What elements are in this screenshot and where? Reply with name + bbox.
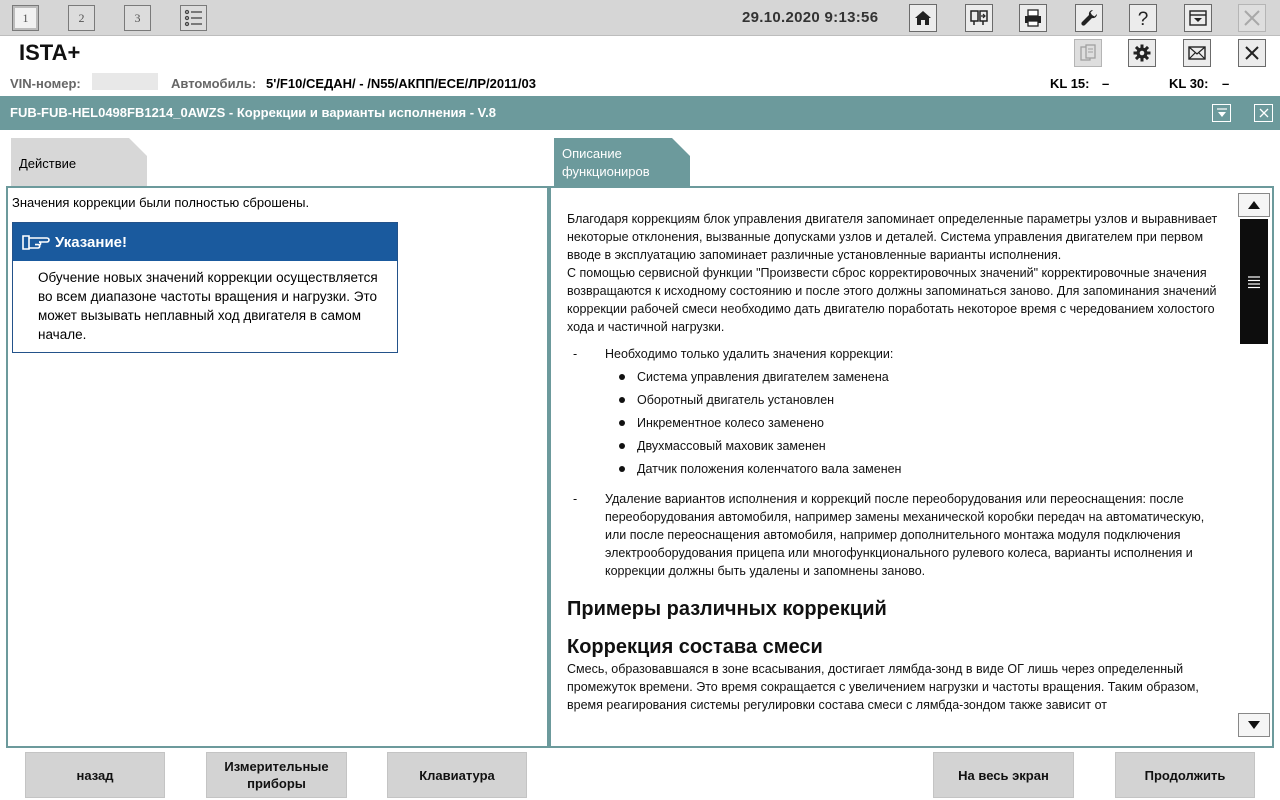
description-paragraph-3: Смесь, образовавшаяся в зоне всасывания,… — [567, 662, 1199, 712]
measuring-instruments-button[interactable]: Измерительные приборы — [206, 752, 347, 798]
settings-button[interactable] — [1128, 39, 1156, 67]
connection-icon — [970, 10, 988, 25]
hint-box: Указание! Обучение новых значений коррек… — [12, 222, 398, 353]
scroll-track[interactable] — [1240, 219, 1268, 711]
scrollbar[interactable] — [1238, 193, 1270, 737]
session-tab-2[interactable]: 2 — [68, 5, 95, 31]
scroll-down-button[interactable] — [1238, 713, 1270, 737]
help-button[interactable]: ? — [1129, 4, 1157, 32]
session-tab-3[interactable]: 3 — [124, 5, 151, 31]
wrench-icon — [1081, 9, 1098, 26]
clipboard-button[interactable] — [1074, 39, 1102, 67]
tab-description-label-1: Описание — [562, 146, 622, 161]
list-item: - Удаление вариантов исполнения и коррек… — [567, 490, 1227, 580]
hint-title: Указание! — [55, 234, 128, 251]
arrow-down-icon — [1248, 721, 1260, 729]
kl15-value: – — [1102, 76, 1110, 91]
service-button[interactable] — [1075, 4, 1103, 32]
print-icon — [1025, 9, 1041, 27]
bullet-item: Система управления двигателем заменена — [619, 368, 1227, 391]
arrow-up-icon — [1248, 201, 1260, 209]
gear-icon — [1133, 44, 1151, 62]
hint-header: Указание! — [13, 223, 397, 261]
kl30-value: – — [1222, 76, 1230, 91]
description-panel: Благодаря коррекциям блок управления дви… — [549, 186, 1274, 748]
function-close-button[interactable] — [1254, 104, 1273, 122]
back-button[interactable]: назад — [25, 752, 165, 798]
measuring-instruments-label-2: приборы — [247, 776, 306, 791]
datetime-display: 29.10.2020 9:13:56 — [742, 9, 879, 26]
dash-marker: - — [573, 492, 578, 506]
mail-icon — [1188, 46, 1206, 60]
close-function-button[interactable] — [1238, 39, 1266, 67]
close-icon — [1245, 46, 1259, 60]
help-icon: ? — [1138, 9, 1149, 28]
measuring-instruments-label-1: Измерительные — [224, 759, 329, 774]
keyboard-button[interactable]: Клавиатура — [387, 752, 527, 798]
tab-action-label: Действие — [19, 156, 77, 171]
pointing-hand-icon — [22, 235, 50, 250]
hint-text: Обучение новых значений коррекции осущес… — [38, 270, 378, 342]
bullet-list: Система управления двигателем заменена О… — [567, 368, 1227, 483]
description-content: Благодаря коррекциям блок управления дви… — [567, 210, 1227, 714]
scroll-thumb[interactable] — [1240, 219, 1268, 344]
app-title: ISTA+ — [19, 40, 81, 65]
section-heading: Примеры различных коррекций — [567, 598, 887, 620]
svg-text:?: ? — [1138, 9, 1149, 28]
function-minimize-button[interactable] — [1212, 104, 1231, 122]
action-panel: Значения коррекции были полностью сброше… — [6, 186, 549, 748]
clipboard-icon — [1080, 44, 1096, 61]
close-icon — [1259, 108, 1268, 118]
function-title: FUB-FUB-HEL0498FB1214_0AWZS - Коррекции … — [10, 105, 496, 120]
section-heading: Коррекция состава смеси — [567, 636, 823, 658]
continue-button[interactable]: Продолжить — [1115, 752, 1255, 798]
tab-description-label-2: функциониров — [562, 164, 650, 179]
close-icon — [1244, 10, 1260, 26]
top-toolbar: 1 2 3 29.10.2020 9:13:56 ? — [0, 0, 1280, 36]
description-paragraph-1: Благодаря коррекциям блок управления дви… — [567, 212, 1218, 262]
kl15-label: KL 15: — [1050, 76, 1090, 91]
connection-button[interactable] — [965, 4, 993, 32]
kl30-label: KL 30: — [1169, 76, 1209, 91]
function-header: FUB-FUB-HEL0498FB1214_0AWZS - Коррекции … — [0, 96, 1280, 130]
minimize-icon — [1189, 10, 1207, 26]
session-tab-1[interactable]: 1 — [12, 5, 39, 31]
dash-marker: - — [573, 347, 578, 361]
print-button[interactable] — [1019, 4, 1047, 32]
home-icon — [915, 11, 931, 25]
fullscreen-button[interactable]: На весь экран — [933, 752, 1074, 798]
bullet-item: Инкрементное колесо заменено — [619, 414, 1227, 437]
vehicle-info-row: VIN-номер: Автомобиль: 5'/F10/СЕДАН/ - /… — [0, 72, 1280, 94]
tab-description[interactable]: Описание функциониров — [554, 138, 690, 186]
exit-button[interactable] — [1238, 4, 1266, 32]
scroll-up-button[interactable] — [1238, 193, 1270, 217]
chevron-down-icon — [1216, 108, 1227, 117]
list-icon — [184, 9, 202, 27]
description-paragraph-2: С помощью сервисной функции "Произвести … — [567, 266, 1217, 334]
home-button[interactable] — [909, 4, 937, 32]
list-item-text: Удаление вариантов исполнения и коррекци… — [605, 492, 1205, 578]
vin-label: VIN-номер: — [10, 76, 81, 91]
tab-action[interactable]: Действие — [11, 138, 147, 186]
bullet-item: Датчик положения коленчатого вала замене… — [619, 460, 1227, 483]
car-value: 5'/F10/СЕДАН/ - /N55/АКПП/ЕСЕ/ЛР/2011/03 — [266, 76, 536, 91]
grip-icon — [1248, 275, 1260, 288]
status-message: Значения коррекции были полностью сброше… — [12, 195, 310, 210]
mail-button[interactable] — [1183, 39, 1211, 67]
list-item-text: Необходимо только удалить значения корре… — [605, 347, 894, 361]
vin-value-redacted — [92, 73, 158, 90]
minimize-button[interactable] — [1184, 4, 1212, 32]
car-label: Автомобиль: — [171, 76, 257, 91]
bullet-item: Оборотный двигатель установлен — [619, 391, 1227, 414]
bullet-item: Двухмассовый маховик заменен — [619, 437, 1227, 460]
list-view-button[interactable] — [180, 5, 207, 31]
list-item: - Необходимо только удалить значения кор… — [567, 345, 1227, 363]
